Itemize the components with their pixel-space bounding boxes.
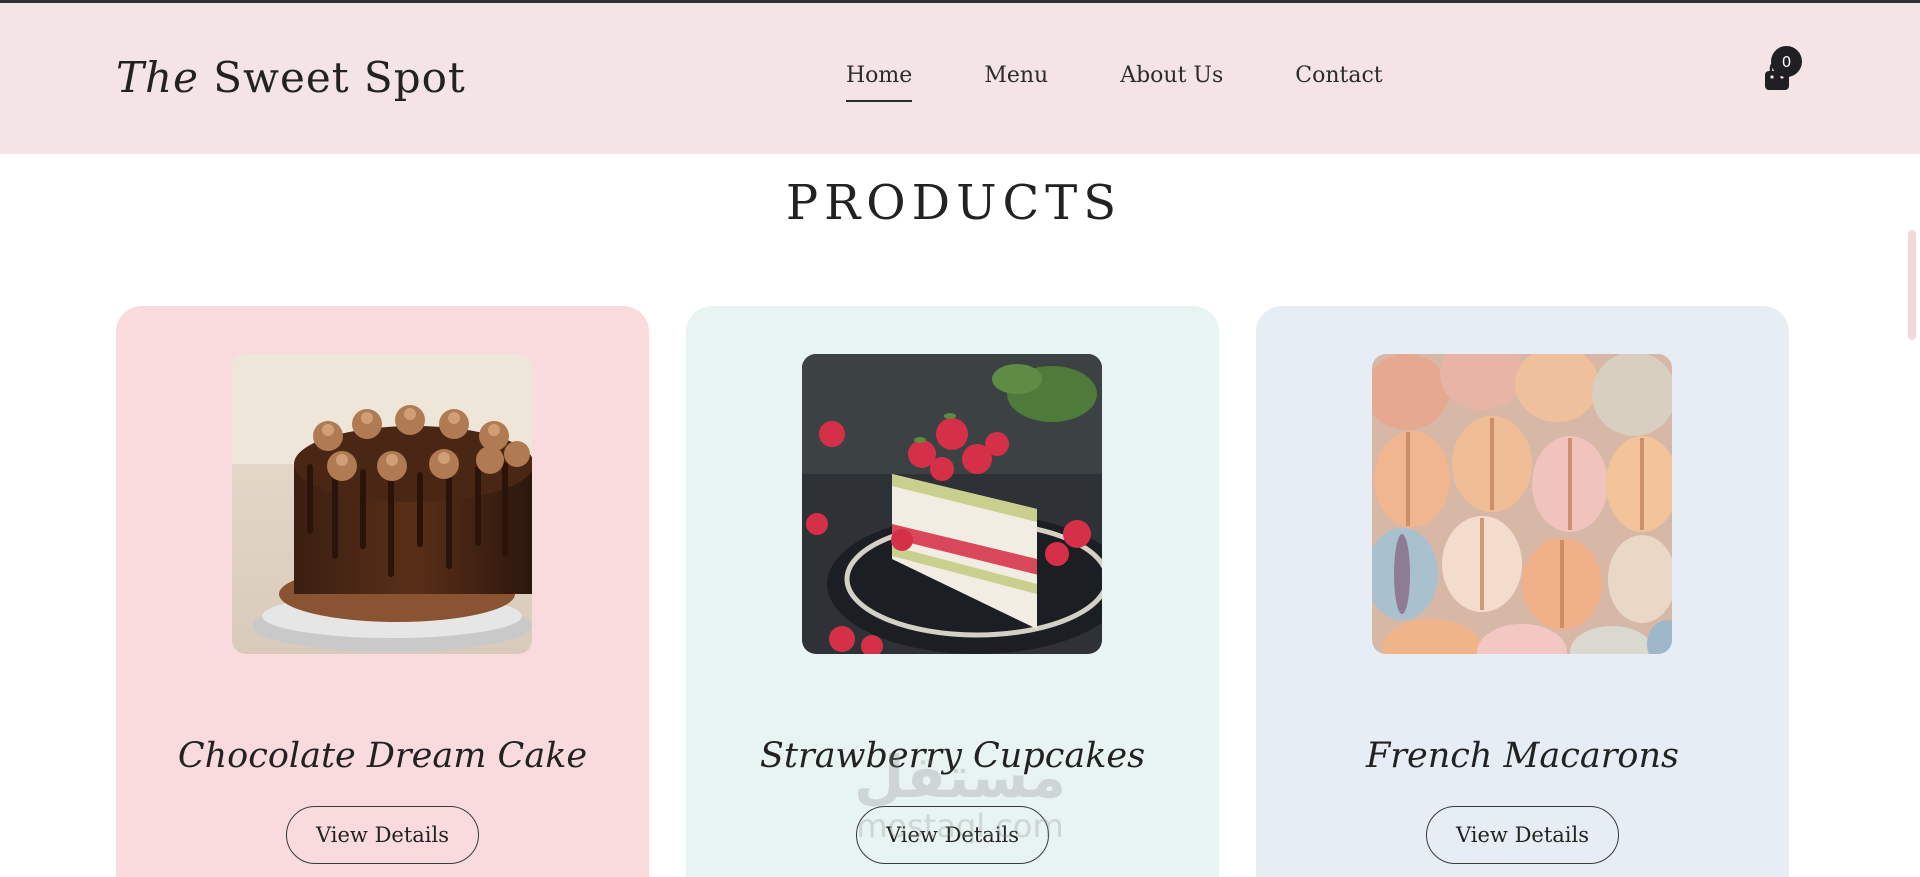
scrollbar-thumb[interactable] (1908, 230, 1916, 340)
site-header: The Sweet Spot Home Menu About Us Contac… (0, 3, 1920, 154)
product-name: Strawberry Cupcakes (759, 736, 1146, 776)
main-nav: Home Menu About Us Contact (846, 63, 1383, 102)
product-card-strawberry: Strawberry Cupcakes View Details (686, 306, 1219, 877)
raspberry-cake-slice-photo[interactable] (802, 354, 1102, 654)
nav-home[interactable]: Home (846, 63, 913, 102)
macarons-photo[interactable] (1372, 354, 1672, 654)
nav-about-us[interactable]: About Us (1120, 63, 1223, 102)
products-heading: PRODUCTS (785, 175, 1123, 231)
nav-menu[interactable]: Menu (984, 63, 1048, 102)
view-details-button[interactable]: View Details (856, 806, 1049, 864)
site-logo[interactable]: The Sweet Spot (116, 53, 466, 102)
cart-count-badge: 0 (1771, 46, 1802, 77)
product-name: Chocolate Dream Cake (177, 736, 588, 776)
product-card-chocolate: Chocolate Dream Cake View Details (116, 306, 649, 877)
view-details-button[interactable]: View Details (1426, 806, 1619, 864)
nav-contact[interactable]: Contact (1295, 63, 1382, 102)
logo-italic-word: The (116, 53, 199, 102)
product-name: French Macarons (1365, 736, 1680, 776)
product-card-macarons: French Macarons View Details (1256, 306, 1789, 877)
logo-text: Sweet Spot (198, 53, 466, 102)
view-details-button[interactable]: View Details (286, 806, 479, 864)
chocolate-cake-photo[interactable] (232, 354, 532, 654)
